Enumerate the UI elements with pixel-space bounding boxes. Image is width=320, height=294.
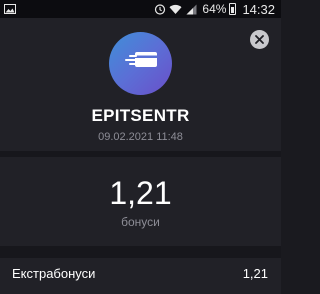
battery-percent: 64% (202, 2, 227, 16)
merchant-logo (109, 32, 172, 95)
extra-bonus-value: 1,21 (242, 266, 268, 281)
signal-icon (185, 4, 197, 15)
transaction-card: EPITSENTR 09.02.2021 11:48 1,21 бонуси Е… (0, 18, 281, 294)
gallery-icon (4, 2, 18, 16)
status-bar: 64% 14:32 (0, 0, 281, 18)
divider (0, 246, 281, 258)
extra-bonus-label: Екстрабонуси (12, 266, 96, 281)
close-button[interactable] (250, 30, 269, 49)
status-time: 14:32 (242, 1, 275, 17)
extra-bonus-row: Екстрабонуси 1,21 (0, 258, 281, 294)
bonus-amount: 1,21 (109, 175, 172, 211)
bonus-amount-label: бонуси (121, 215, 160, 229)
divider (0, 151, 281, 157)
transaction-datetime: 09.02.2021 11:48 (98, 131, 183, 143)
close-icon (255, 31, 264, 49)
merchant-name: EPITSENTR (91, 106, 190, 125)
screen: 64% 14:32 EPITSENTR 09.02.2021 11:48 1,2… (0, 0, 281, 294)
wifi-icon (169, 4, 182, 15)
alarm-icon (154, 3, 166, 15)
card-logo-icon (121, 49, 161, 78)
battery-icon (229, 3, 237, 15)
status-icons: 64% 14:32 (154, 1, 275, 17)
